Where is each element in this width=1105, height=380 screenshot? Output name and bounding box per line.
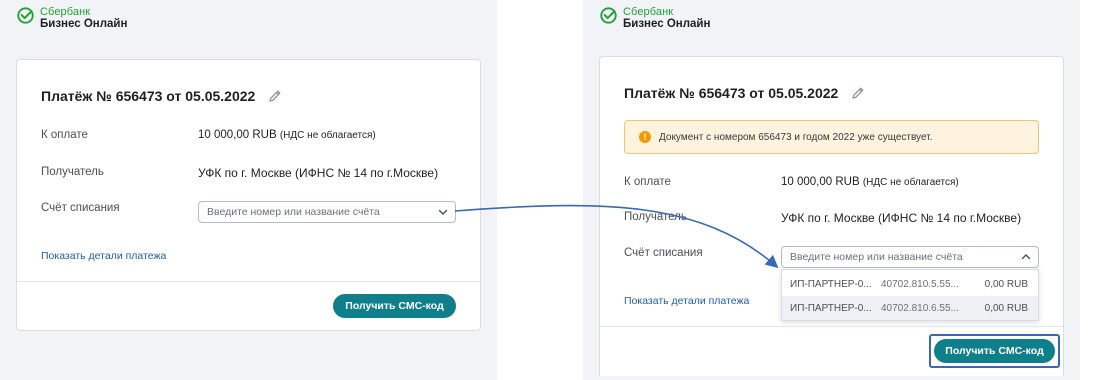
payment-card: Платёж № 656473 от 05.05.2022 К оплате 1… xyxy=(16,59,481,331)
amount-value: 10 000,00 RUB (НДС не облагается) xyxy=(198,129,376,141)
amount-note: (НДС не облагается) xyxy=(279,130,376,141)
sberbank-logo: Сбербанк Бизнес Онлайн xyxy=(17,7,127,31)
sberbank-logo-icon xyxy=(17,7,34,24)
amount-label: К оплате xyxy=(41,129,88,141)
recipient-label: Получатель xyxy=(624,211,687,223)
product-name: Бизнес Онлайн xyxy=(40,18,128,30)
account-option[interactable]: ИП-ПАРТНЕР-0... 40702.810.5.55... 0,00 R… xyxy=(782,272,1038,296)
account-select[interactable]: Введите номер или название счёта xyxy=(198,201,456,223)
recipient-value: УФК по г. Москве (ИФНС № 14 по г.Москве) xyxy=(781,211,1022,225)
recipient-value: УФК по г. Москве (ИФНС № 14 по г.Москве) xyxy=(198,166,439,180)
payment-card: Платёж № 656473 от 05.05.2022 ! Документ… xyxy=(599,56,1064,376)
payment-title: Платёж № 656473 от 05.05.2022 xyxy=(41,88,283,104)
card-divider xyxy=(17,281,480,282)
sberbank-logo-icon xyxy=(600,7,617,24)
duplicate-document-warning: ! Документ с номером 656473 и годом 2022… xyxy=(624,120,1039,154)
chevron-down-icon xyxy=(438,209,448,215)
amount-value-text: 10 000,00 RUB xyxy=(198,129,277,141)
account-select-placeholder: Введите номер или название счёта xyxy=(790,251,963,263)
show-details-link[interactable]: Показать детали платежа xyxy=(41,250,166,262)
get-sms-code-button[interactable]: Получить СМС-код xyxy=(333,294,456,318)
panel-before: Сбербанк Бизнес Онлайн Платёж № 656473 о… xyxy=(0,0,497,380)
pencil-icon[interactable] xyxy=(267,88,283,104)
get-sms-code-button[interactable]: Получить СМС-код xyxy=(934,339,1055,363)
brand-name: Сбербанк xyxy=(623,6,674,18)
payment-title: Платёж № 656473 от 05.05.2022 xyxy=(624,85,866,101)
warning-icon: ! xyxy=(639,131,651,143)
warning-text: Документ с номером 656473 и годом 2022 у… xyxy=(659,131,933,143)
account-option[interactable]: ИП-ПАРТНЕР-0... 40702.810.6.55... 0,00 R… xyxy=(782,296,1038,320)
account-dropdown: ИП-ПАРТНЕР-0... 40702.810.5.55... 0,00 R… xyxy=(781,269,1039,321)
sberbank-logo: Сбербанк Бизнес Онлайн xyxy=(600,7,710,31)
account-label: Счёт списания xyxy=(624,247,703,259)
payment-title-text: Платёж № 656473 от 05.05.2022 xyxy=(41,88,256,104)
account-label: Счёт списания xyxy=(41,202,120,214)
amount-note: (НДС не облагается) xyxy=(862,177,959,188)
payment-title-text: Платёж № 656473 от 05.05.2022 xyxy=(624,85,839,101)
account-option-number: 40702.810.5.55... xyxy=(881,279,959,290)
amount-label: К оплате xyxy=(624,176,671,188)
pencil-icon[interactable] xyxy=(850,85,866,101)
account-option-name: ИП-ПАРТНЕР-0... xyxy=(790,303,872,314)
panel-after: Сбербанк Бизнес Онлайн Платёж № 656473 о… xyxy=(583,0,1080,380)
recipient-label: Получатель xyxy=(41,166,104,178)
amount-value-text: 10 000,00 RUB xyxy=(781,176,860,188)
account-select[interactable]: Введите номер или название счёта xyxy=(781,246,1039,268)
chevron-up-icon xyxy=(1021,254,1031,260)
account-option-name: ИП-ПАРТНЕР-0... xyxy=(790,279,872,290)
account-option-amount: 0,00 RUB xyxy=(984,279,1028,290)
account-select-placeholder: Введите номер или название счёта xyxy=(207,206,380,218)
brand-name: Сбербанк xyxy=(40,6,91,18)
amount-value: 10 000,00 RUB (НДС не облагается) xyxy=(781,176,959,188)
product-name: Бизнес Онлайн xyxy=(623,18,711,30)
card-divider xyxy=(600,326,1063,327)
account-option-number: 40702.810.6.55... xyxy=(881,303,959,314)
show-details-link[interactable]: Показать детали платежа xyxy=(624,295,749,307)
account-option-amount: 0,00 RUB xyxy=(984,303,1028,314)
